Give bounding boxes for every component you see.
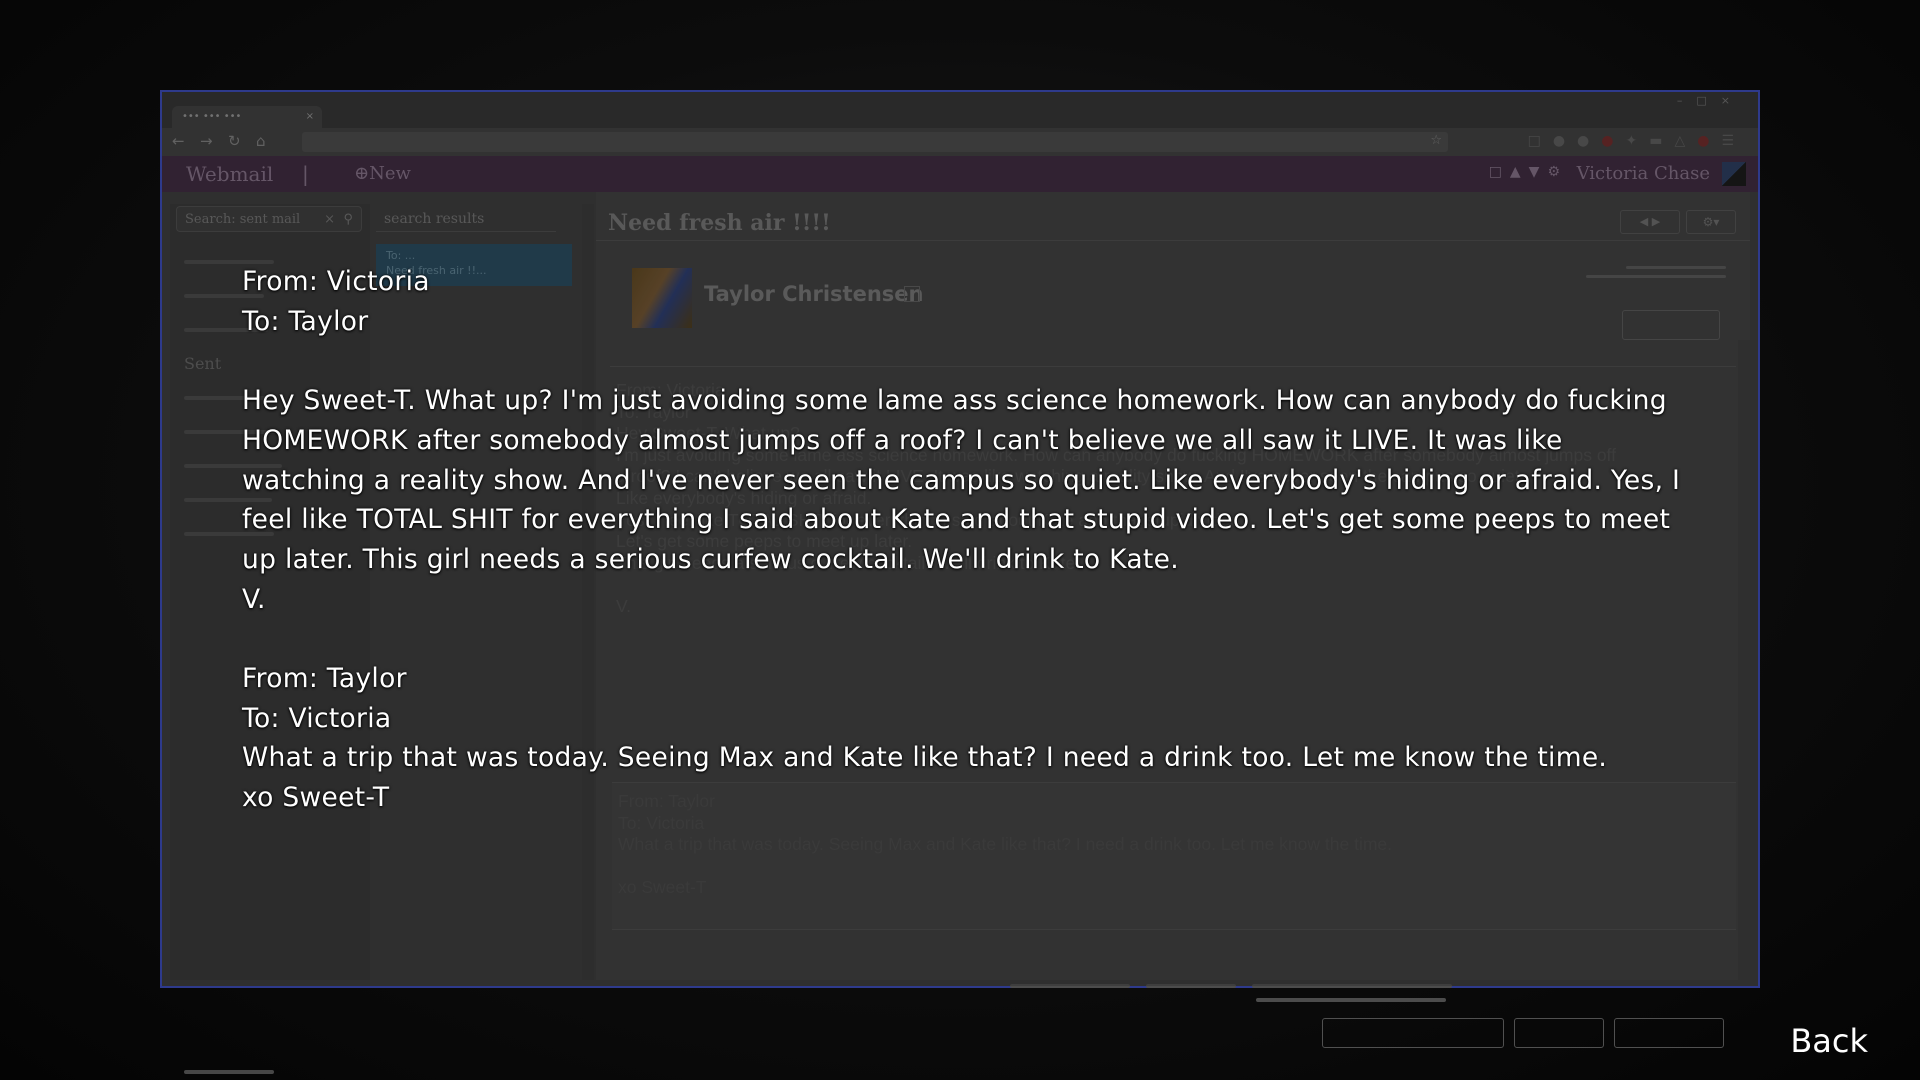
- message2-to: To: Victoria: [242, 702, 392, 734]
- footer-button[interactable]: [1322, 1018, 1504, 1048]
- home-icon[interactable]: ⌂: [256, 132, 266, 150]
- quoted-line: [618, 856, 1730, 878]
- gear-icon[interactable]: ⚙▾: [1686, 210, 1736, 234]
- footer-text: [1256, 998, 1446, 1002]
- window-controls[interactable]: –□×: [1677, 94, 1744, 107]
- message2-signoff: xo Sweet-T: [242, 782, 390, 814]
- user-name[interactable]: Victoria Chase: [1577, 163, 1710, 184]
- message-nav-buttons[interactable]: ◀ ▶: [1620, 210, 1680, 234]
- search-results-input[interactable]: search results: [376, 206, 556, 232]
- message2-from: From: Taylor: [242, 663, 407, 694]
- folder-sent[interactable]: Sent: [184, 354, 221, 373]
- divider: [596, 240, 1750, 241]
- mail-action-icons[interactable]: □▲▼⚙: [1489, 164, 1568, 180]
- footer-text: [1252, 984, 1452, 988]
- message1-body: Hey Sweet-T. What up? I'm just avoiding …: [242, 385, 1681, 575]
- clear-icon[interactable]: ×: [324, 207, 335, 233]
- extension-icons[interactable]: □●●●✦▬△●☰: [1528, 133, 1746, 149]
- webmail-logo[interactable]: Webmail: [186, 162, 273, 186]
- avatar[interactable]: [1722, 162, 1746, 186]
- message-subject: Need fresh air !!!!: [608, 210, 831, 236]
- tab-close-icon[interactable]: ×: [306, 106, 314, 128]
- sent-search-input[interactable]: Search: sent mail × ⚲: [176, 206, 362, 232]
- message2-body: What a trip that was today. Seeing Max a…: [242, 742, 1608, 774]
- forward-arrow-icon[interactable]: →: [200, 132, 213, 150]
- quoted-line: What a trip that was today. Seeing Max a…: [618, 834, 1392, 855]
- browser-navbar: ← → ↻ ⌂ ☆ □●●●✦▬△●☰: [162, 128, 1758, 156]
- webmail-appbar: Webmail | ⊕New □▲▼⚙ Victoria Chase: [162, 156, 1758, 192]
- browser-tabbar: ••• ••• ••• × –□×: [162, 92, 1758, 128]
- message1-to: To: Taylor: [242, 305, 369, 337]
- quoted-line: xo Sweet-T: [618, 877, 707, 898]
- back-button[interactable]: Back: [1790, 1022, 1868, 1060]
- reload-icon[interactable]: ↻: [228, 132, 241, 150]
- footer-button[interactable]: [1514, 1018, 1604, 1048]
- browser-tab-title: ••• ••• •••: [182, 111, 242, 122]
- back-arrow-icon[interactable]: ←: [172, 132, 185, 150]
- footer-text: [1010, 984, 1130, 988]
- browser-tab[interactable]: ••• ••• ••• ×: [172, 106, 322, 128]
- reader-scrollbar[interactable]: [1738, 340, 1750, 980]
- message1-from: From: Victoria: [242, 266, 430, 297]
- journal-text: From: Victoria To: Taylor Hey Sweet-T. W…: [242, 262, 1692, 818]
- footer-text: [1146, 984, 1236, 988]
- sidebar-footer: [184, 1070, 274, 1074]
- bookmark-star-icon[interactable]: ☆: [1430, 133, 1442, 148]
- search-icon[interactable]: ⚲: [343, 207, 353, 233]
- footer-button[interactable]: [1614, 1018, 1724, 1048]
- list-item-from: To: ...: [386, 249, 416, 262]
- appbar-divider: |: [302, 162, 309, 186]
- sent-search-placeholder: Search: sent mail: [185, 212, 301, 227]
- message1-signoff: V.: [242, 583, 266, 615]
- new-mail-button[interactable]: ⊕New: [354, 163, 411, 184]
- url-bar[interactable]: ☆: [302, 132, 1448, 152]
